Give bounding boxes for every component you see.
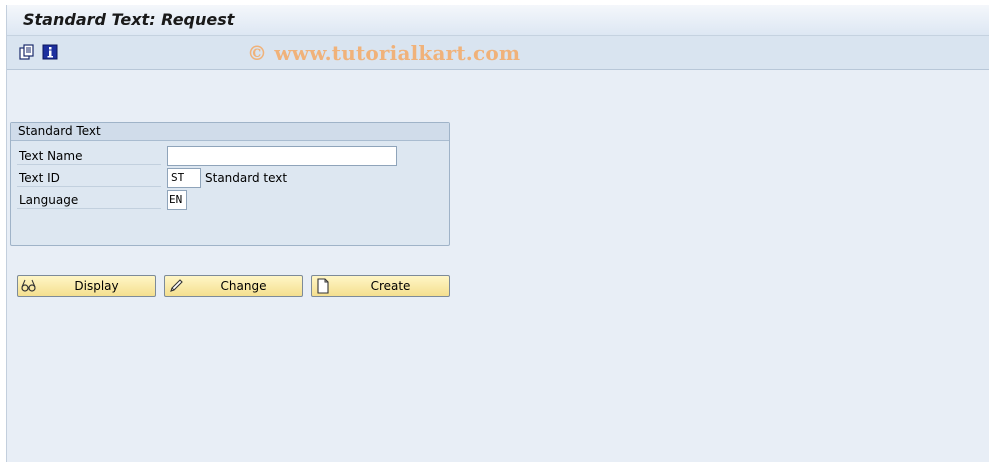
group-title: Standard Text bbox=[18, 124, 101, 138]
main-window: Standard Text: Request © www.tutorialkar… bbox=[6, 5, 989, 462]
group-header: Standard Text bbox=[11, 123, 449, 141]
create-button-label: Create bbox=[370, 279, 411, 293]
display-button-label: Display bbox=[74, 279, 119, 293]
text-name-label: Text Name bbox=[17, 147, 161, 165]
change-button[interactable]: Change bbox=[164, 275, 303, 297]
standard-text-group: Standard Text Text Name Text ID ST Stand… bbox=[10, 122, 450, 246]
info-icon[interactable] bbox=[42, 44, 58, 60]
text-id-input[interactable]: ST bbox=[167, 168, 201, 188]
page-title: Standard Text: Request bbox=[23, 10, 235, 29]
language-label: Language bbox=[17, 191, 161, 209]
other-object-icon[interactable] bbox=[19, 44, 35, 60]
create-button[interactable]: Create bbox=[311, 275, 450, 297]
change-button-label: Change bbox=[220, 279, 267, 293]
text-id-description: Standard text bbox=[205, 171, 288, 185]
new-document-icon bbox=[317, 278, 329, 294]
display-button[interactable]: Display bbox=[17, 275, 156, 297]
text-name-input[interactable] bbox=[167, 146, 397, 166]
language-input[interactable]: EN bbox=[167, 190, 187, 210]
glasses-icon bbox=[21, 279, 36, 292]
application-toolbar: © www.tutorialkart.com bbox=[7, 36, 989, 70]
watermark-text: © www.tutorialkart.com bbox=[247, 41, 521, 65]
pencil-icon bbox=[170, 279, 183, 292]
title-bar: Standard Text: Request bbox=[7, 5, 989, 36]
text-id-label: Text ID bbox=[17, 169, 161, 187]
